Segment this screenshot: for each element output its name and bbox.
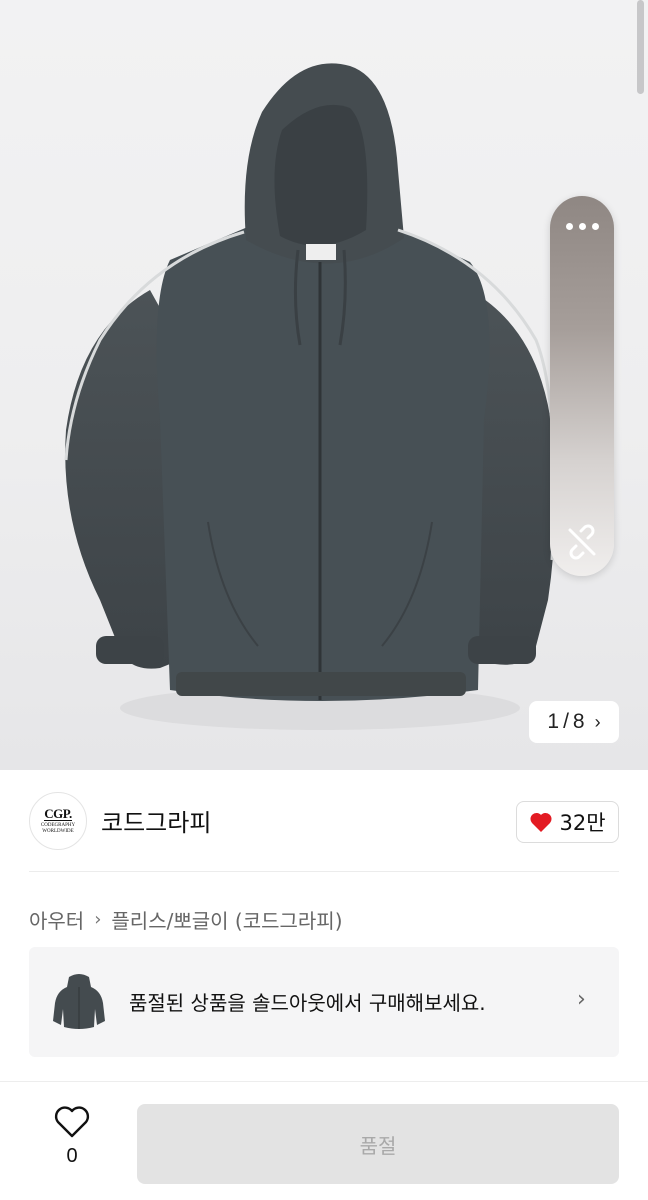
page-separator: /	[563, 710, 569, 733]
brand-like-count: 32만	[559, 811, 606, 835]
chevron-right-icon: ›	[577, 987, 586, 1012]
scrollbar-thumb[interactable]	[637, 0, 644, 94]
more-dots-icon	[591, 222, 599, 230]
more-dots-icon	[565, 222, 573, 230]
unlink-button[interactable]	[562, 522, 602, 562]
soldout-banner[interactable]: 품절된 상품을 솔드아웃에서 구매해보세요. ›	[29, 947, 619, 1057]
floating-action-bar	[550, 196, 614, 576]
heart-outline-icon	[54, 1106, 90, 1138]
total-pages: 8	[572, 710, 585, 733]
brand-logo[interactable]: CGP. CODEGRAPHY WORLDWIDE	[29, 792, 87, 850]
breadcrumb-item-outer[interactable]: 아우터	[29, 905, 84, 934]
breadcrumb-item-fleece[interactable]: 플리스/뽀글이 (코드그라피)	[111, 905, 342, 934]
brand-row: CGP. CODEGRAPHY WORLDWIDE 코드그라피 32만	[0, 770, 648, 872]
more-dots-icon	[578, 222, 586, 230]
wish-count: 0	[66, 1145, 78, 1167]
product-thumbnail	[53, 974, 105, 1029]
breadcrumb: 아우터 › 플리스/뽀글이 (코드그라피)	[29, 904, 343, 934]
image-page-counter[interactable]: 1 / 8 ›	[529, 701, 619, 743]
more-button[interactable]	[550, 204, 614, 248]
chevron-right-icon: ›	[94, 908, 102, 930]
unlink-icon	[568, 524, 596, 560]
heart-filled-icon	[530, 812, 552, 832]
chevron-right-icon: ›	[594, 711, 601, 732]
product-image-gallery[interactable]: 1 / 8 ›	[0, 0, 648, 770]
soldout-button[interactable]: 품절	[137, 1104, 619, 1184]
divider	[0, 1081, 648, 1082]
soldout-banner-text: 품절된 상품을 솔드아웃에서 구매해보세요.	[129, 991, 486, 1015]
brand-like-button[interactable]: 32만	[516, 801, 619, 843]
divider	[29, 871, 619, 872]
wish-button[interactable]: 0	[44, 1105, 100, 1177]
brand-name[interactable]: 코드그라피	[101, 803, 211, 838]
current-page: 1	[547, 710, 560, 733]
